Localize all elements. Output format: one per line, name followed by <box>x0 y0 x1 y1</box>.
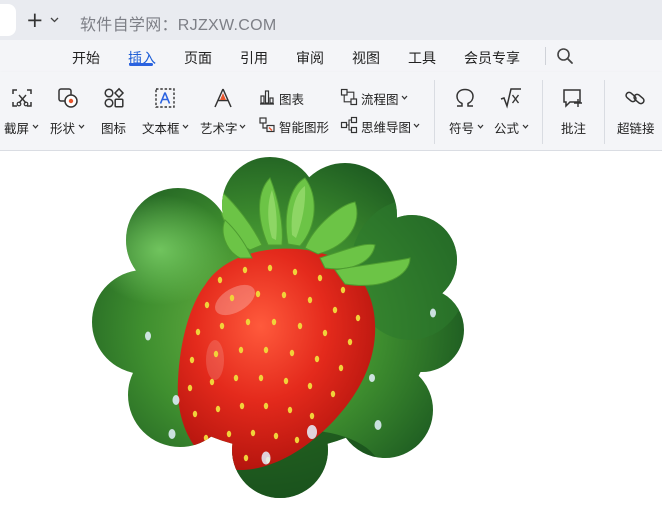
formula-label: 公式 <box>494 122 520 136</box>
plus-icon: + <box>26 8 44 32</box>
textbox-icon <box>155 88 175 108</box>
chart-button[interactable]: 图表 <box>258 88 308 107</box>
screenshot-label: 截屏 <box>4 122 30 136</box>
wordart-icon <box>214 88 232 108</box>
flowchart-button[interactable]: 流程图 <box>340 88 412 107</box>
chevron-down-icon <box>182 124 189 129</box>
tab-references[interactable]: 引用 <box>240 48 268 68</box>
ribbon-divider <box>434 80 435 144</box>
tab-view[interactable]: 视图 <box>352 48 380 68</box>
formula-button[interactable]: 公式 <box>494 84 532 136</box>
chevron-down-icon <box>50 17 59 23</box>
comment-add-icon <box>563 89 582 108</box>
mindmap-label: 思维导图 <box>361 121 412 135</box>
tab-page[interactable]: 页面 <box>184 48 212 68</box>
icon-label: 图标 <box>101 122 127 136</box>
hyperlink-button[interactable]: 超链接 <box>617 84 662 136</box>
active-tab-indicator <box>129 63 153 66</box>
square-root-icon <box>500 88 521 109</box>
smartart-label: 智能图形 <box>279 121 330 135</box>
smartart-icon <box>259 117 275 133</box>
chevron-down-icon <box>413 123 420 128</box>
symbol-label: 符号 <box>449 122 475 136</box>
mindmap-icon <box>340 116 358 134</box>
textbox-button[interactable]: 文本框 <box>142 84 190 136</box>
title-bar: + 软件自学网：RJZXW.COM <box>0 0 662 40</box>
document-canvas <box>0 151 662 505</box>
tab-review[interactable]: 审阅 <box>296 48 324 68</box>
new-tab-button[interactable]: + <box>26 8 66 32</box>
chevron-down-icon <box>477 124 484 129</box>
shape-icon <box>58 88 78 108</box>
hyperlink-label: 超链接 <box>617 122 655 136</box>
flowchart-icon <box>340 88 358 106</box>
shape-button[interactable]: 形状 <box>50 84 90 136</box>
shape-label: 形状 <box>50 122 76 136</box>
document-tab[interactable] <box>0 4 16 36</box>
icon-button[interactable]: 图标 <box>100 84 130 136</box>
screenshot-icon <box>12 89 32 107</box>
tab-member[interactable]: 会员专享 <box>464 48 520 68</box>
chevron-down-icon <box>401 95 408 100</box>
symbol-button[interactable]: 符号 <box>448 84 486 136</box>
textbox-label: 文本框 <box>142 122 180 136</box>
comment-label: 批注 <box>561 122 587 136</box>
ribbon-divider <box>542 80 543 144</box>
wordart-button[interactable]: 艺术字 <box>200 84 248 136</box>
icon-library-icon <box>104 87 125 108</box>
omega-icon <box>456 88 474 107</box>
strawberry-picture[interactable] <box>0 151 662 505</box>
chevron-down-icon <box>32 124 39 129</box>
chart-label: 图表 <box>279 93 305 107</box>
smartart-button[interactable]: 智能图形 <box>258 116 330 135</box>
ribbon-divider <box>604 80 605 144</box>
tab-tools[interactable]: 工具 <box>408 48 436 68</box>
chevron-down-icon <box>78 124 85 129</box>
link-icon <box>625 91 645 105</box>
screenshot-button[interactable]: 截屏 <box>4 84 44 136</box>
bar-chart-icon <box>260 90 274 105</box>
comment-button[interactable]: 批注 <box>559 84 589 136</box>
chevron-down-icon <box>522 124 529 129</box>
menu-divider <box>545 47 546 65</box>
window-title: 软件自学网：RJZXW.COM <box>80 17 277 34</box>
mindmap-button[interactable]: 思维导图 <box>340 116 424 135</box>
flowchart-label: 流程图 <box>361 93 399 107</box>
chevron-down-icon <box>239 124 246 129</box>
search-icon[interactable] <box>556 47 574 65</box>
tab-start[interactable]: 开始 <box>72 48 100 68</box>
wordart-label: 艺术字 <box>200 122 238 136</box>
